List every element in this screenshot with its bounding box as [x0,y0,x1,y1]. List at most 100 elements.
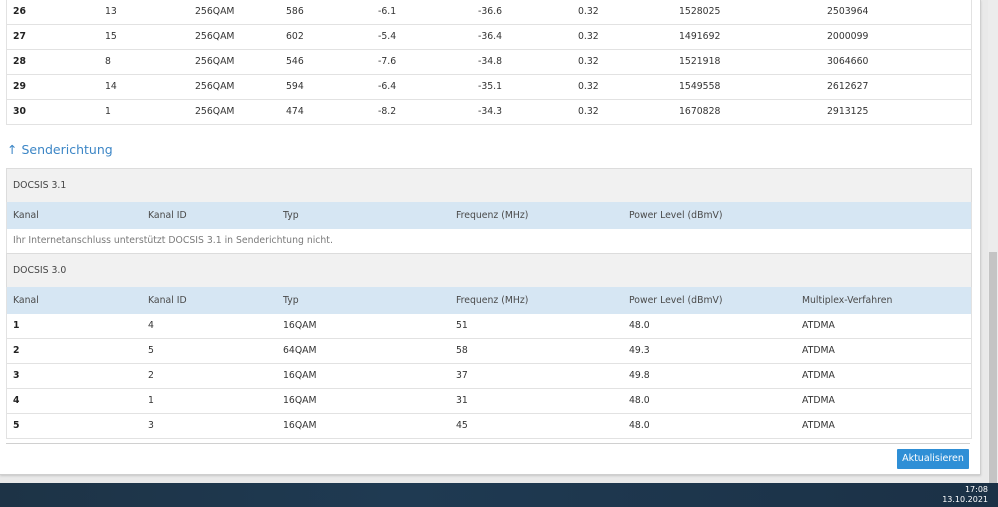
ds-cell-channel: 30 [13,106,26,117]
ds-cell-id: 8 [105,56,111,67]
ds-cell-freq: 546 [286,56,304,67]
us-cell-id: 1 [148,395,154,406]
us-cell-freq: 58 [456,345,468,356]
ds-cell-corrected: 1670828 [679,106,721,117]
ds-cell-power: -5.4 [378,31,397,42]
ds-cell-uncorrected: 2503964 [827,6,869,17]
docsis31-section-header: DOCSIS 3.1 [6,168,972,203]
section-title: DOCSIS 3.1 [13,180,67,191]
docsis30-section-header: DOCSIS 3.0 [6,253,972,288]
col-header-frequency: Frequenz (MHz) [456,295,529,306]
docsis31-message: Ihr Internetanschluss unterstützt DOCSIS… [6,229,972,253]
col-header-channel: Kanal [13,295,39,306]
ds-cell-type: 256QAM [195,106,235,117]
table-row: 30 1 256QAM 474 -8.2 -34.3 0.32 1670828 … [6,100,972,125]
us-cell-type: 16QAM [283,395,317,406]
us-cell-id: 3 [148,420,154,431]
us-cell-multiplex: ATDMA [802,345,835,356]
table-row: 4 1 16QAM 31 48.0 ATDMA [6,389,972,414]
table-row: 5 3 16QAM 45 48.0 ATDMA [6,414,972,439]
docsis31-table-header: Kanal Kanal ID Typ Frequenz (MHz) Power … [6,202,972,229]
ds-cell-power: -6.4 [378,81,397,92]
docsis30-table-header: Kanal Kanal ID Typ Frequenz (MHz) Power … [6,287,972,314]
us-cell-multiplex: ATDMA [802,395,835,406]
refresh-button[interactable]: Aktualisieren [897,449,969,469]
ds-cell-type: 256QAM [195,31,235,42]
table-row: 2 5 64QAM 58 49.3 ATDMA [6,339,972,364]
table-row: 26 13 256QAM 586 -6.1 -36.6 0.32 1528025… [6,0,972,25]
ds-cell-type: 256QAM [195,56,235,67]
footer-divider [6,443,970,444]
ds-cell-mse: -36.6 [478,6,503,17]
us-cell-id: 2 [148,370,154,381]
ds-cell-id: 13 [105,6,117,17]
col-header-power: Power Level (dBmV) [629,295,723,306]
table-row: 28 8 256QAM 546 -7.6 -34.8 0.32 1521918 … [6,50,972,75]
ds-cell-type: 256QAM [195,81,235,92]
scrollbar-thumb[interactable] [989,252,997,483]
us-cell-type: 64QAM [283,345,317,356]
ds-cell-latency: 0.32 [578,106,599,117]
content-panel: 26 13 256QAM 586 -6.1 -36.6 0.32 1528025… [0,0,981,475]
ds-cell-channel: 29 [13,81,26,92]
col-header-channel-id: Kanal ID [148,295,187,306]
ds-cell-channel: 27 [13,31,26,42]
us-cell-freq: 31 [456,395,468,406]
us-cell-multiplex: ATDMA [802,370,835,381]
ds-cell-uncorrected: 2913125 [827,106,869,117]
ds-cell-latency: 0.32 [578,31,599,42]
us-cell-channel: 4 [13,395,20,406]
ds-cell-uncorrected: 2612627 [827,81,869,92]
us-cell-id: 4 [148,320,154,331]
col-header-multiplex: Multiplex-Verfahren [802,295,893,306]
ds-cell-uncorrected: 2000099 [827,31,869,42]
us-cell-power: 49.3 [629,345,650,356]
upstream-section-link[interactable]: ↑ Senderichtung [7,142,113,157]
us-cell-channel: 1 [13,320,20,331]
table-row: 29 14 256QAM 594 -6.4 -35.1 0.32 1549558… [6,75,972,100]
ds-cell-latency: 0.32 [578,56,599,67]
us-cell-power: 48.0 [629,320,650,331]
col-header-channel: Kanal [13,210,39,221]
table-row: 27 15 256QAM 602 -5.4 -36.4 0.32 1491692… [6,25,972,50]
ds-cell-corrected: 1491692 [679,31,721,42]
col-header-channel-id: Kanal ID [148,210,187,221]
ds-cell-corrected: 1521918 [679,56,721,67]
ds-cell-id: 15 [105,31,117,42]
ds-cell-corrected: 1549558 [679,81,721,92]
taskbar-clock[interactable]: 17:08 13.10.2021 [942,485,988,505]
us-cell-power: 48.0 [629,420,650,431]
us-cell-id: 5 [148,345,154,356]
us-cell-freq: 37 [456,370,468,381]
us-cell-channel: 2 [13,345,20,356]
ds-cell-latency: 0.32 [578,6,599,17]
us-cell-type: 16QAM [283,370,317,381]
ds-cell-corrected: 1528025 [679,6,721,17]
ds-cell-id: 1 [105,106,111,117]
ds-cell-power: -8.2 [378,106,397,117]
ds-cell-type: 256QAM [195,6,235,17]
ds-cell-uncorrected: 3064660 [827,56,869,67]
us-cell-multiplex: ATDMA [802,320,835,331]
ds-cell-freq: 594 [286,81,304,92]
us-cell-power: 48.0 [629,395,650,406]
ds-cell-power: -7.6 [378,56,397,67]
us-cell-power: 49.8 [629,370,650,381]
ds-cell-freq: 586 [286,6,304,17]
ds-cell-latency: 0.32 [578,81,599,92]
table-row: 3 2 16QAM 37 49.8 ATDMA [6,364,972,389]
ds-cell-mse: -34.8 [478,56,503,67]
us-cell-channel: 3 [13,370,20,381]
col-header-power: Power Level (dBmV) [629,210,723,221]
table-row: 1 4 16QAM 51 48.0 ATDMA [6,314,972,339]
ds-cell-mse: -36.4 [478,31,503,42]
ds-cell-mse: -34.3 [478,106,503,117]
ds-cell-freq: 602 [286,31,304,42]
section-title: DOCSIS 3.0 [13,265,67,276]
us-cell-freq: 45 [456,420,468,431]
ds-cell-id: 14 [105,81,117,92]
ds-cell-channel: 26 [13,6,26,17]
us-cell-type: 16QAM [283,420,317,431]
clock-date: 13.10.2021 [942,495,988,504]
col-header-frequency: Frequenz (MHz) [456,210,529,221]
